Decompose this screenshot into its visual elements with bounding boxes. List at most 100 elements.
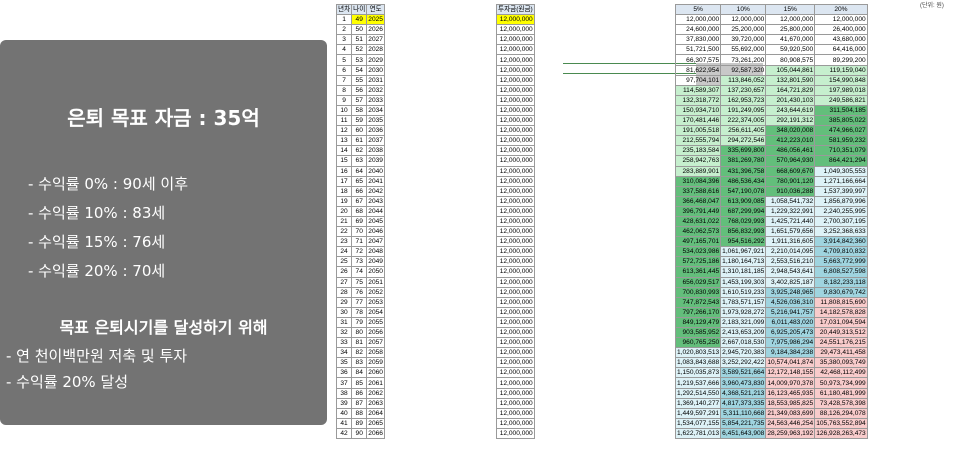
cell-balance[interactable]: 14,009,970,378 bbox=[765, 377, 816, 389]
cell-year-index[interactable]: 18 bbox=[335, 185, 353, 197]
header-rate-10[interactable]: 10% bbox=[720, 3, 767, 16]
cell-balance[interactable]: 2,948,543,641 bbox=[765, 266, 816, 278]
cell-balance[interactable]: 1,180,164,713 bbox=[720, 256, 767, 268]
cell-calendar-year[interactable]: 2062 bbox=[366, 387, 385, 399]
cell-balance[interactable]: 61,180,481,999 bbox=[814, 387, 868, 399]
cell-calendar-year[interactable]: 2054 bbox=[366, 306, 385, 318]
cell-balance[interactable]: 55,692,000 bbox=[720, 44, 767, 56]
cell-principal[interactable]: 12,000,000 bbox=[496, 276, 535, 288]
cell-age[interactable]: 71 bbox=[351, 236, 368, 248]
cell-balance[interactable]: 16,123,465,935 bbox=[765, 387, 816, 399]
cell-principal[interactable]: 12,000,000 bbox=[496, 145, 535, 157]
cell-principal[interactable]: 12,000,000 bbox=[496, 347, 535, 359]
cell-balance[interactable]: 1,219,537,666 bbox=[674, 377, 722, 389]
cell-balance[interactable]: 2,210,014,095 bbox=[765, 246, 816, 258]
cell-balance[interactable]: 856,832,993 bbox=[720, 226, 767, 238]
cell-age[interactable]: 77 bbox=[351, 296, 368, 308]
cell-calendar-year[interactable]: 2058 bbox=[366, 347, 385, 359]
cell-age[interactable]: 60 bbox=[351, 125, 368, 137]
cell-principal[interactable]: 12,000,000 bbox=[496, 417, 535, 429]
cell-balance[interactable]: 6,451,643,908 bbox=[720, 427, 767, 440]
cell-principal[interactable]: 12,000,000 bbox=[496, 155, 535, 167]
cell-balance[interactable]: 105,763,552,894 bbox=[814, 417, 868, 429]
cell-age[interactable]: 82 bbox=[351, 347, 368, 359]
cell-balance[interactable]: 954,516,292 bbox=[720, 236, 767, 248]
cell-calendar-year[interactable]: 2030 bbox=[366, 64, 385, 76]
cell-year-index[interactable]: 33 bbox=[335, 337, 353, 349]
cell-principal[interactable]: 12,000,000 bbox=[496, 115, 535, 127]
cell-balance[interactable]: 92,587,320 bbox=[720, 64, 767, 76]
cell-balance[interactable]: 572,725,186 bbox=[674, 256, 722, 268]
cell-principal[interactable]: 12,000,000 bbox=[496, 306, 535, 318]
cell-balance[interactable]: 3,252,292,422 bbox=[720, 357, 767, 369]
cell-balance[interactable]: 37,830,000 bbox=[674, 34, 722, 46]
cell-balance[interactable]: 5,311,110,668 bbox=[720, 407, 767, 419]
cell-balance[interactable]: 12,172,148,155 bbox=[765, 367, 816, 379]
cell-balance[interactable]: 3,925,248,965 bbox=[765, 286, 816, 298]
cell-principal[interactable]: 12,000,000 bbox=[496, 54, 535, 66]
cell-calendar-year[interactable]: 2055 bbox=[366, 316, 385, 329]
cell-balance[interactable]: 1,271,166,664 bbox=[814, 175, 868, 187]
cell-balance[interactable]: 243,644,619 bbox=[765, 104, 816, 117]
cell-year-index[interactable]: 37 bbox=[335, 377, 353, 389]
cell-year-index[interactable]: 13 bbox=[335, 135, 353, 147]
cell-age[interactable]: 76 bbox=[351, 286, 368, 298]
cell-balance[interactable]: 292,191,312 bbox=[765, 115, 816, 127]
cell-balance[interactable]: 24,600,000 bbox=[674, 24, 722, 36]
cell-year-index[interactable]: 27 bbox=[335, 276, 353, 288]
cell-balance[interactable]: 10,574,041,874 bbox=[765, 357, 816, 369]
cell-balance[interactable]: 73,428,578,398 bbox=[814, 397, 868, 409]
cell-calendar-year[interactable]: 2056 bbox=[366, 326, 385, 339]
cell-balance[interactable]: 25,800,000 bbox=[765, 24, 816, 36]
cell-age[interactable]: 87 bbox=[351, 397, 368, 409]
cell-year-index[interactable]: 34 bbox=[335, 347, 353, 359]
cell-balance[interactable]: 5,663,772,999 bbox=[814, 256, 868, 268]
cell-balance[interactable]: 668,609,670 bbox=[765, 165, 816, 177]
cell-principal[interactable]: 12,000,000 bbox=[496, 266, 535, 278]
cell-balance[interactable]: 747,872,543 bbox=[674, 296, 722, 308]
cell-year-index[interactable]: 41 bbox=[335, 417, 353, 429]
cell-balance[interactable]: 162,953,723 bbox=[720, 94, 767, 106]
cell-balance[interactable]: 2,413,653,209 bbox=[720, 326, 767, 339]
cell-balance[interactable]: 1,610,519,233 bbox=[720, 286, 767, 298]
cell-principal[interactable]: 12,000,000 bbox=[496, 337, 535, 349]
cell-year-index[interactable]: 17 bbox=[335, 175, 353, 187]
cell-year-index[interactable]: 1 bbox=[335, 14, 353, 26]
cell-calendar-year[interactable]: 2044 bbox=[366, 205, 385, 217]
cell-principal[interactable]: 12,000,000 bbox=[496, 84, 535, 96]
cell-calendar-year[interactable]: 2035 bbox=[366, 115, 385, 127]
cell-balance[interactable]: 381,269,780 bbox=[720, 155, 767, 167]
cell-balance[interactable]: 132,318,772 bbox=[674, 94, 722, 106]
cell-year-index[interactable]: 39 bbox=[335, 397, 353, 409]
cell-balance[interactable]: 6,011,483,020 bbox=[765, 316, 816, 329]
cell-year-index[interactable]: 28 bbox=[335, 286, 353, 298]
cell-balance[interactable]: 42,468,112,499 bbox=[814, 367, 868, 379]
cell-balance[interactable]: 197,989,018 bbox=[814, 84, 868, 96]
cell-age[interactable]: 89 bbox=[351, 417, 368, 429]
cell-balance[interactable]: 1,651,579,656 bbox=[765, 226, 816, 238]
cell-age[interactable]: 61 bbox=[351, 135, 368, 147]
cell-balance[interactable]: 1,622,781,013 bbox=[674, 427, 722, 440]
cell-balance[interactable]: 412,223,010 bbox=[765, 135, 816, 147]
cell-balance[interactable]: 486,536,434 bbox=[720, 175, 767, 187]
cell-balance[interactable]: 2,183,321,099 bbox=[720, 316, 767, 329]
cell-principal[interactable]: 12,000,000 bbox=[496, 296, 535, 308]
cell-age[interactable]: 86 bbox=[351, 387, 368, 399]
cell-age[interactable]: 81 bbox=[351, 337, 368, 349]
cell-principal[interactable]: 12,000,000 bbox=[496, 44, 535, 56]
header-calendar-year[interactable]: 연도 bbox=[366, 3, 385, 16]
cell-principal[interactable]: 12,000,000 bbox=[496, 256, 535, 268]
cell-principal[interactable]: 12,000,000 bbox=[496, 185, 535, 197]
cell-balance[interactable]: 26,400,000 bbox=[814, 24, 868, 36]
cell-balance[interactable]: 73,261,200 bbox=[720, 54, 767, 66]
cell-year-index[interactable]: 30 bbox=[335, 306, 353, 318]
cell-balance[interactable]: 28,259,963,192 bbox=[765, 427, 816, 440]
cell-balance[interactable]: 154,990,848 bbox=[814, 74, 868, 86]
cell-balance[interactable]: 9,184,384,238 bbox=[765, 347, 816, 359]
cell-balance[interactable]: 35,380,093,749 bbox=[814, 357, 868, 369]
cell-principal[interactable]: 12,000,000 bbox=[496, 24, 535, 36]
cell-age[interactable]: 52 bbox=[351, 44, 368, 56]
cell-balance[interactable]: 5,216,941,757 bbox=[765, 306, 816, 318]
cell-year-index[interactable]: 23 bbox=[335, 236, 353, 248]
cell-balance[interactable]: 59,920,500 bbox=[765, 44, 816, 56]
